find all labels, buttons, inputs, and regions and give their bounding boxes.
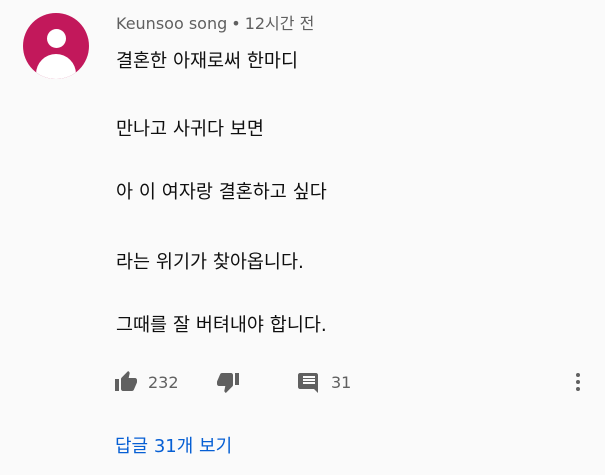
author-name[interactable]: Keunsoo song: [116, 14, 227, 33]
dislike-button[interactable]: [216, 367, 240, 397]
avatar[interactable]: [23, 13, 89, 79]
comment-actions: 232 31: [0, 367, 605, 397]
comment-text-line: 만나고 사귀다 보면: [116, 119, 264, 140]
comment-time[interactable]: 12시간 전: [245, 14, 315, 33]
comment-text-line: 그때를 잘 버텨내야 합니다.: [116, 315, 327, 336]
more-vert-icon: [576, 373, 580, 391]
avatar-head-shape: [47, 29, 66, 48]
comment-icon: [298, 373, 318, 393]
comment-text-line: 라는 위기가 찾아옵니다.: [116, 252, 304, 273]
like-count: 232: [148, 372, 179, 392]
comment-header: Keunsoo song • 12시간 전: [116, 13, 314, 35]
view-replies-link[interactable]: 답글 31개 보기: [115, 434, 232, 460]
comment-text-line: 결혼한 아재로써 한마디: [116, 51, 298, 72]
comment-text-line: 아 이 여자랑 결혼하고 싶다: [116, 182, 327, 203]
more-options-button[interactable]: [570, 368, 586, 396]
thumbs-down-icon: [217, 373, 239, 393]
like-button[interactable]: 232: [114, 367, 179, 397]
thumbs-up-icon: [115, 371, 137, 391]
avatar-body-shape: [36, 54, 76, 79]
reply-button[interactable]: 31: [297, 367, 351, 397]
reply-count: 31: [331, 372, 352, 392]
meta-separator: •: [231, 14, 241, 33]
comment-thread: Keunsoo song • 12시간 전 결혼한 아재로써 한마디 만나고 사귀다…: [0, 0, 605, 475]
